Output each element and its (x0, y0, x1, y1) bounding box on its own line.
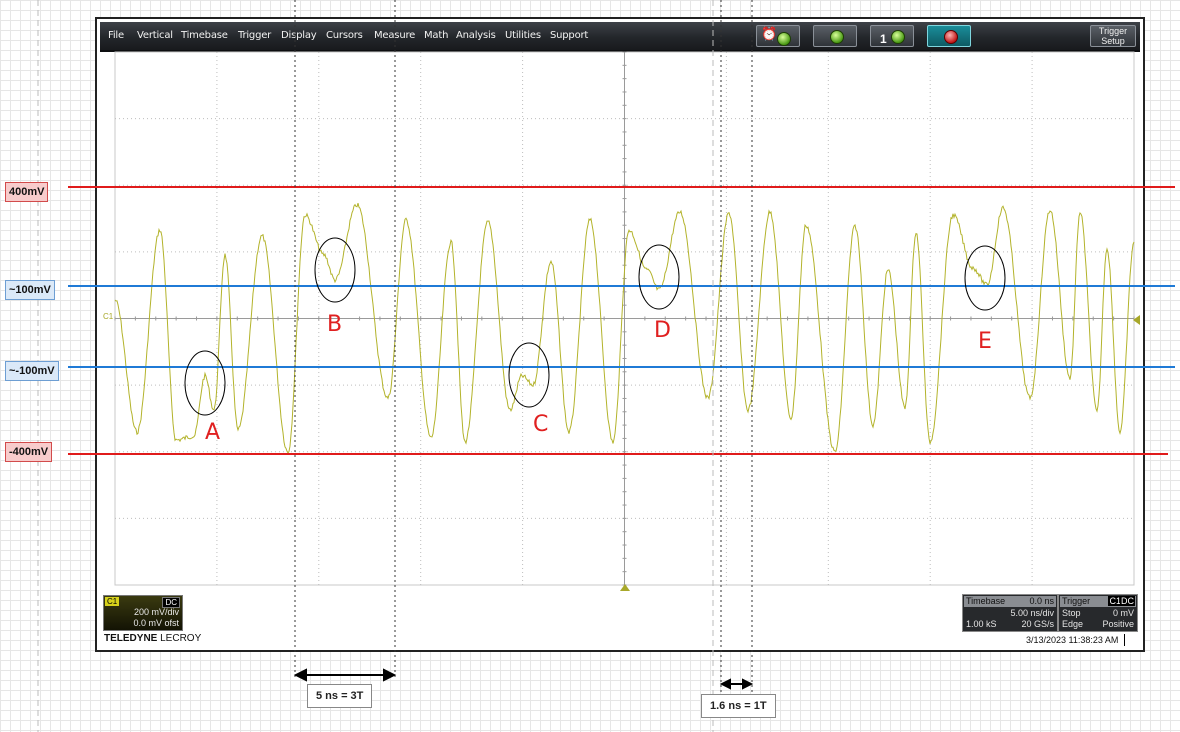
period-label-1t: 1.6 ns = 1T (701, 694, 776, 718)
channel-tag: C1 (105, 597, 120, 606)
timebase-rate: 20 GS/s (1021, 619, 1054, 629)
level-label-neg100mv: ~-100mV (5, 361, 59, 381)
annotation-label-b: B (327, 312, 343, 337)
arrow-1t (719, 678, 754, 690)
channel-scale: 200 mV/div (133, 607, 179, 617)
trigger-type: Edge (1062, 619, 1084, 629)
timebase-scale: 5.00 ns/div (1010, 608, 1054, 618)
timebase-descriptor[interactable]: Timebase 0.0 ns 5.00 ns/div 1.00 kS 20 G… (962, 594, 1058, 632)
trigger-title: Trigger (1062, 596, 1091, 606)
timebase-title: Timebase (966, 596, 1006, 606)
annotation-label-d: D (654, 318, 671, 343)
center-axes (114, 51, 1135, 586)
period-label-3t: 5 ns = 3T (307, 684, 373, 708)
trigger-level: 0 mV (1112, 608, 1134, 618)
channel-ground-marker: C1 (103, 312, 114, 321)
annotation-label-e: E (978, 329, 992, 354)
annotation-circle-d (638, 244, 680, 310)
arrow-3t (293, 668, 397, 682)
timebase-samples: 1.00 kS (966, 619, 997, 629)
level-label-100mv: ~100mV (5, 280, 55, 300)
annotation-circle-b (314, 237, 356, 303)
level-label-400mv: 400mV (5, 182, 49, 202)
trigger-slope: Positive (1102, 619, 1134, 629)
text-cursor (1124, 634, 1125, 646)
channel-1-descriptor[interactable]: C1 DC 200 mV/div 0.0 mV ofst (103, 595, 183, 631)
brand-logo: TELEDYNE LECROY (104, 633, 202, 644)
trigger-coupling: DC (1120, 596, 1135, 606)
level-label-neg400mv: -400mV (5, 442, 53, 462)
annotation-circle-e (964, 245, 1006, 311)
annotation-circle-c (508, 342, 550, 408)
trigger-descriptor[interactable]: Trigger C1 DC Stop 0 mV Edge Positive (1058, 594, 1138, 632)
annotation-label-c: C (533, 412, 549, 437)
acquisition-timestamp: 3/13/2023 11:38:23 AM (1026, 635, 1119, 645)
annotation-label-a: A (205, 420, 221, 445)
trigger-mode: Stop (1062, 608, 1081, 618)
channel-offset: 0.0 mV ofst (133, 618, 179, 628)
annotation-circle-a (184, 350, 226, 416)
timebase-delay: 0.0 ns (1029, 596, 1054, 606)
